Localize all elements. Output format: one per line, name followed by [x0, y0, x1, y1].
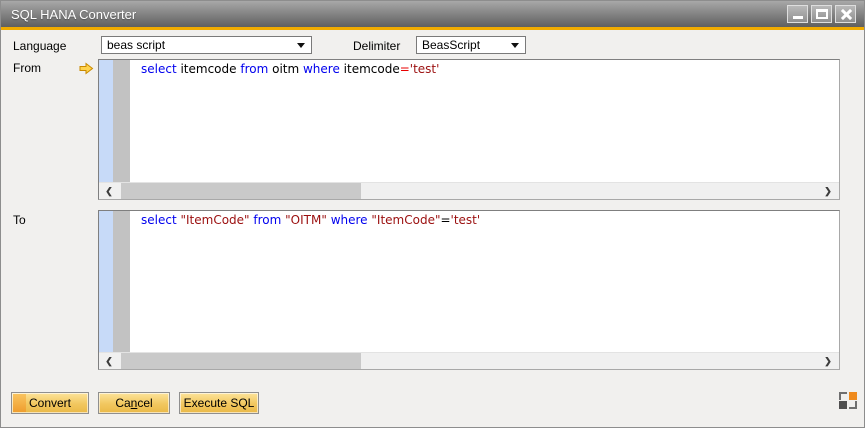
- editor-margin-gutter: [113, 211, 130, 352]
- close-button[interactable]: [835, 5, 856, 23]
- minimize-icon: [793, 16, 803, 19]
- from-editor[interactable]: select itemcode from oitm where itemcode…: [98, 59, 840, 200]
- sql-hana-converter-window: SQL HANA Converter Language beas script …: [0, 0, 865, 428]
- to-label: To: [13, 213, 26, 227]
- from-label: From: [13, 61, 41, 75]
- editor-margin-gutter: [113, 60, 130, 182]
- convert-button[interactable]: Convert: [11, 392, 89, 414]
- cancel-button[interactable]: Cancel: [98, 392, 170, 414]
- language-label: Language: [13, 39, 67, 53]
- language-select[interactable]: beas script: [101, 36, 312, 54]
- default-button-indicator: [13, 394, 26, 412]
- scroll-right-icon[interactable]: ❯: [819, 353, 837, 369]
- delimiter-select[interactable]: BeasScript: [416, 36, 526, 54]
- scroll-left-icon[interactable]: ❮: [100, 183, 118, 199]
- maximize-icon: [816, 9, 828, 19]
- execute-sql-button-label: Execute SQL: [183, 396, 255, 410]
- from-hscrollbar[interactable]: ❮ ❯: [99, 182, 839, 199]
- corner-square-icon: [839, 401, 847, 409]
- corner-square-icon: [849, 392, 857, 400]
- chevron-down-icon: [511, 43, 519, 48]
- accent-bar: [1, 27, 864, 30]
- scroll-right-icon[interactable]: ❯: [819, 183, 837, 199]
- maximize-button[interactable]: [811, 5, 832, 23]
- cancel-button-label: Cancel: [115, 396, 153, 410]
- maximize-form-icon[interactable]: [839, 392, 857, 409]
- corner-bracket-icon: [849, 401, 857, 409]
- delimiter-label: Delimiter: [353, 39, 401, 53]
- titlebar[interactable]: SQL HANA Converter: [1, 1, 864, 27]
- window-title: SQL HANA Converter: [11, 6, 137, 22]
- scroll-left-icon[interactable]: ❮: [100, 353, 118, 369]
- link-arrow-icon[interactable]: [79, 62, 94, 75]
- editor-selection-gutter: [99, 211, 113, 352]
- convert-button-label: Convert: [28, 396, 72, 410]
- chevron-down-icon: [297, 43, 305, 48]
- language-value: beas script: [107, 38, 166, 52]
- corner-bracket-icon: [839, 392, 847, 400]
- from-code[interactable]: select itemcode from oitm where itemcode…: [141, 62, 837, 77]
- scroll-thumb[interactable]: [121, 353, 361, 369]
- minimize-button[interactable]: [787, 5, 808, 23]
- scroll-thumb[interactable]: [121, 183, 361, 199]
- delimiter-value: BeasScript: [422, 38, 481, 52]
- to-editor[interactable]: select "ItemCode" from "OITM" where "Ite…: [98, 210, 840, 370]
- execute-sql-button[interactable]: Execute SQL: [179, 392, 259, 414]
- to-code[interactable]: select "ItemCode" from "OITM" where "Ite…: [141, 213, 837, 228]
- to-hscrollbar[interactable]: ❮ ❯: [99, 352, 839, 369]
- editor-selection-gutter: [99, 60, 113, 182]
- window-controls: [787, 5, 856, 23]
